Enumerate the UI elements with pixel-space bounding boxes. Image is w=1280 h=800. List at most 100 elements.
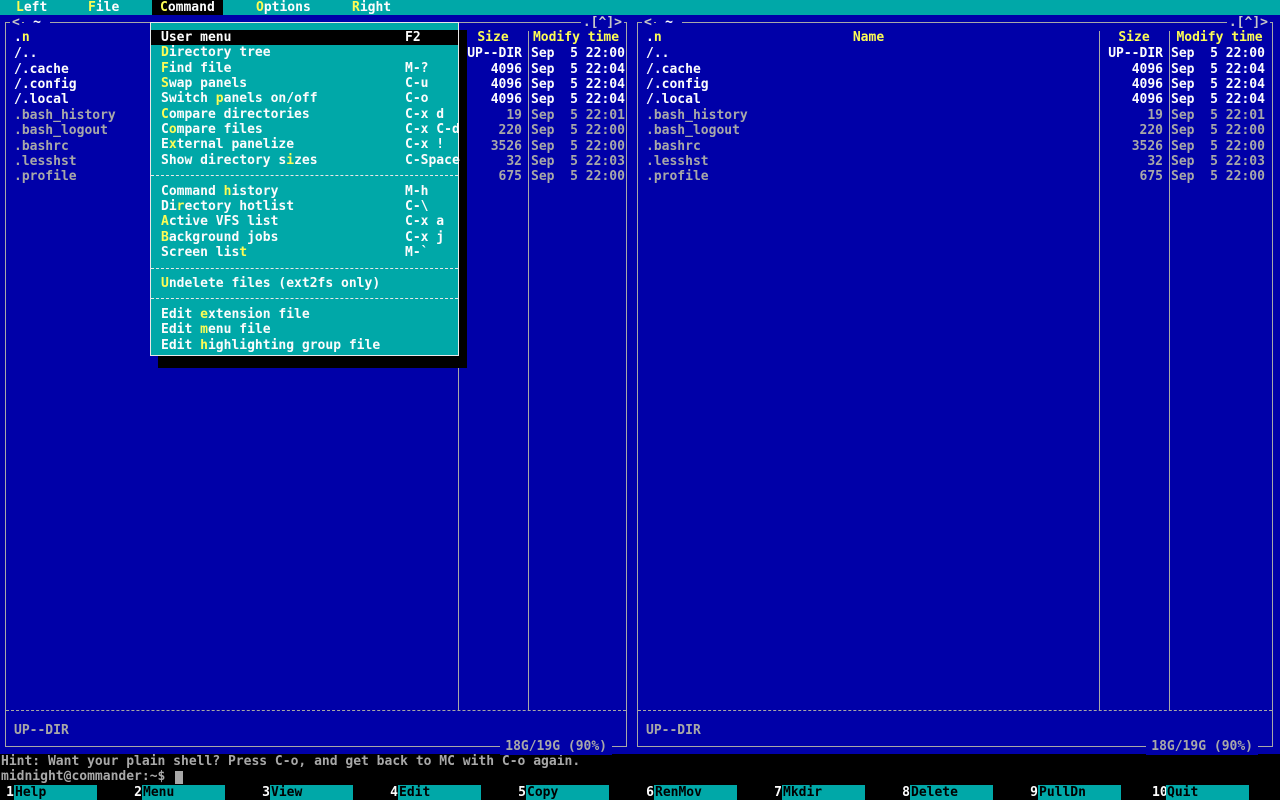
- menu-item-compare-directories[interactable]: Compare directories C-x d: [151, 107, 458, 122]
- fkey-number: 9: [1030, 784, 1038, 800]
- file-row-bash-history[interactable]: .bash_history 19 Sep 5 22:01: [638, 108, 1272, 123]
- panel-path[interactable]: ~: [656, 14, 682, 30]
- menu-item-undelete-files-ext2fs-only[interactable]: Undelete files (ext2fs only): [151, 276, 458, 291]
- file-mtime: Sep 5 22:04: [531, 92, 625, 108]
- menu-item-active-vfs-list[interactable]: Active VFS list C-x a: [151, 214, 458, 229]
- disk-usage: 18G/19G (90%): [500, 739, 612, 755]
- file-row-lesshst[interactable]: .lesshst 32 Sep 5 22:03: [638, 154, 1272, 169]
- parent-dir-button[interactable]: <: [10, 14, 22, 30]
- fkey-label: RenMov: [654, 784, 737, 800]
- fkey-label: Mkdir: [782, 784, 865, 800]
- menu-item-background-jobs[interactable]: Background jobs C-x j: [151, 230, 458, 245]
- menu-item-edit-extension-file[interactable]: Edit extension file: [151, 307, 458, 322]
- file-mtime: Sep 5 22:04: [1171, 76, 1265, 92]
- file-size: 4096: [490, 61, 522, 77]
- panel-nav-controls[interactable]: .[^]>: [580, 14, 624, 30]
- fkey-number: 3: [262, 784, 270, 800]
- fkey-number: 5: [518, 784, 526, 800]
- menu-item-user-menu[interactable]: User menu F2: [151, 29, 458, 46]
- column-header-modify-time[interactable]: Modify time: [528, 30, 624, 45]
- menu-item-directory-hotlist[interactable]: Directory hotlist C-\: [151, 199, 458, 214]
- fkey-number: 10: [1152, 784, 1168, 800]
- fkey-label: Delete: [910, 784, 993, 800]
- file-mtime: Sep 5 22:00: [531, 123, 625, 139]
- file-size: 19: [1147, 107, 1163, 123]
- menu-bar-item-right[interactable]: Right: [344, 0, 399, 15]
- menu-item-shortcut: C-x d: [405, 106, 445, 122]
- menu-bar-item-options[interactable]: Options: [248, 0, 319, 15]
- menu-item-edit-menu-file[interactable]: Edit menu file: [151, 322, 458, 337]
- file-row-profile[interactable]: .profile 675 Sep 5 22:00: [638, 169, 1272, 184]
- parent-dir-button[interactable]: <: [642, 14, 654, 30]
- fkey-3-view[interactable]: 3 View: [256, 784, 384, 800]
- file-size: 32: [1147, 153, 1163, 169]
- file-name: .lesshst: [646, 153, 709, 169]
- fkey-label: Menu: [142, 784, 225, 800]
- file-name: /.cache: [14, 61, 69, 77]
- fkey-label: Copy: [526, 784, 609, 800]
- file-size: 4096: [490, 76, 522, 92]
- menu-bar-item-left[interactable]: Left: [8, 0, 55, 15]
- menu-bar-item-file[interactable]: File: [80, 0, 127, 15]
- file-size: 19: [506, 107, 522, 123]
- file-name: /.config: [14, 76, 77, 92]
- file-name: .profile: [646, 169, 709, 185]
- file-size: 220: [1139, 123, 1163, 139]
- file-size: 4096: [1131, 76, 1163, 92]
- column-header-size[interactable]: Size: [1099, 30, 1169, 45]
- menu-item-shortcut: C-Space: [405, 152, 460, 168]
- file-mtime: Sep 5 22:03: [531, 153, 625, 169]
- file-row-cache[interactable]: /.cache 4096 Sep 5 22:04: [638, 62, 1272, 77]
- fkey-7-mkdir[interactable]: 7 Mkdir: [768, 784, 896, 800]
- column-header-size[interactable]: Size: [458, 30, 528, 45]
- fkey-8-delete[interactable]: 8 Delete: [896, 784, 1024, 800]
- panel-nav-controls[interactable]: .[^]>: [1226, 14, 1270, 30]
- menu-separator: [151, 298, 458, 300]
- file-name: /..: [14, 46, 38, 62]
- menu-item-switch-panels-on-off[interactable]: Switch panels on/off C-o: [151, 91, 458, 106]
- fkey-4-edit[interactable]: 4 Edit: [384, 784, 512, 800]
- menu-item-swap-panels[interactable]: Swap panels C-u: [151, 76, 458, 91]
- menu-item-shortcut: C-\: [405, 199, 429, 215]
- file-mtime: Sep 5 22:04: [531, 76, 625, 92]
- menu-item-command-history[interactable]: Command history M-h: [151, 184, 458, 199]
- fkey-9-pulldn[interactable]: 9 PullDn: [1024, 784, 1152, 800]
- fkey-10-quit[interactable]: 10 Quit: [1152, 784, 1280, 800]
- column-header-name[interactable]: Name: [638, 30, 1099, 45]
- menu-item-show-directory-sizes[interactable]: Show directory sizes C-Space: [151, 152, 460, 168]
- menu-item-directory-tree[interactable]: Directory tree: [151, 45, 458, 60]
- file-mtime: Sep 5 22:03: [1171, 153, 1265, 169]
- fkey-2-menu[interactable]: 2 Menu: [128, 784, 256, 800]
- mini-status: UP--DIR: [646, 723, 701, 738]
- function-key-bar: 1 Help 2 Menu 3 View 4 Edit 5 Copy 6 RenMov 7 Mkdir 8 D…: [0, 784, 1280, 800]
- file-name: /.cache: [646, 61, 701, 77]
- file-row-[interactable]: /.. UP--DIR Sep 5 22:00: [638, 46, 1272, 61]
- fkey-label: Help: [14, 784, 97, 800]
- file-mtime: Sep 5 22:04: [1171, 92, 1265, 108]
- menu-item-compare-files[interactable]: Compare files C-x C-d: [151, 122, 460, 137]
- menu-item-screen-list[interactable]: Screen list M-`: [151, 245, 458, 260]
- shell-prompt[interactable]: midnight@commander:~$: [1, 769, 165, 784]
- file-row-config[interactable]: /.config 4096 Sep 5 22:04: [638, 77, 1272, 92]
- menu-item-external-panelize[interactable]: External panelize C-x !: [151, 137, 458, 152]
- menu-item-find-file[interactable]: Find file M-?: [151, 61, 458, 76]
- file-name: .bash_logout: [646, 123, 740, 139]
- menu-item-edit-highlighting-group-file[interactable]: Edit highlighting group file: [151, 338, 458, 353]
- menu-item-shortcut: C-x !: [405, 137, 445, 153]
- fkey-1-help[interactable]: 1 Help: [0, 784, 128, 800]
- file-size: 675: [1139, 169, 1163, 185]
- file-name: /..: [646, 46, 670, 62]
- mini-status: UP--DIR: [14, 723, 69, 738]
- fkey-6-renmov[interactable]: 6 RenMov: [640, 784, 768, 800]
- column-header-modify-time[interactable]: Modify time: [1169, 30, 1270, 45]
- panel-path[interactable]: ~: [24, 14, 50, 30]
- file-mtime: Sep 5 22:00: [1171, 138, 1265, 154]
- mc-screen: Left File Command Options Right User menu F2 D…: [0, 0, 1280, 800]
- fkey-5-copy[interactable]: 5 Copy: [512, 784, 640, 800]
- file-row-bash-logout[interactable]: .bash_logout 220 Sep 5 22:00: [638, 123, 1272, 138]
- file-row-local[interactable]: /.local 4096 Sep 5 22:04: [638, 92, 1272, 107]
- menu-bar-item-command[interactable]: Command: [152, 0, 223, 16]
- menu-bar: Left File Command Options Right: [0, 0, 1280, 16]
- file-row-bashrc[interactable]: .bashrc 3526 Sep 5 22:00: [638, 139, 1272, 154]
- file-size: 4096: [1131, 92, 1163, 108]
